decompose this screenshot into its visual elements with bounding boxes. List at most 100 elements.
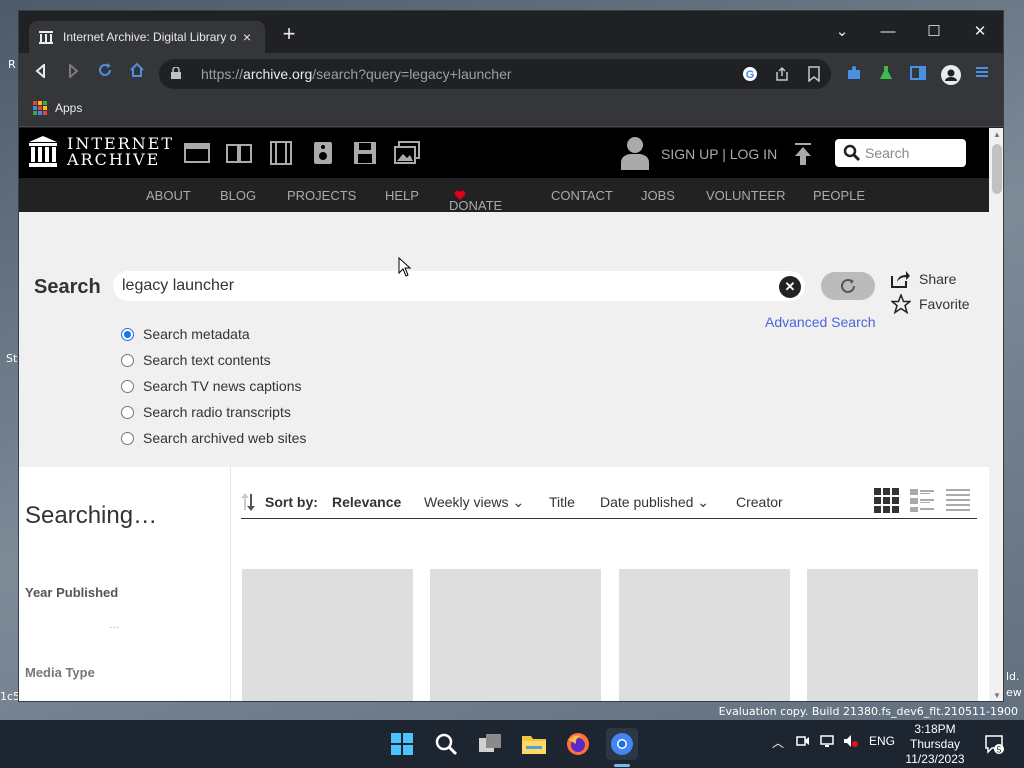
- desktop-fragment: ld.: [1006, 670, 1020, 683]
- nav-jobs[interactable]: JOBS: [641, 188, 675, 203]
- facet-loading-indicator: ···: [109, 622, 119, 633]
- software-floppy-icon[interactable]: [352, 141, 378, 165]
- sort-title[interactable]: Title: [549, 494, 575, 510]
- side-panel-icon[interactable]: [909, 65, 927, 83]
- advanced-search-link[interactable]: Advanced Search: [765, 314, 876, 330]
- apps-label: Apps: [55, 101, 83, 115]
- clear-search-icon[interactable]: ✕: [779, 276, 801, 298]
- share-button[interactable]: Share: [891, 270, 956, 288]
- chrome-icon[interactable]: [606, 728, 638, 760]
- close-window-button[interactable]: ✕: [957, 17, 1003, 47]
- network-icon[interactable]: [820, 734, 836, 751]
- clock-date: 11/23/2023: [905, 752, 965, 766]
- search-icon[interactable]: [430, 728, 462, 760]
- tile-view-icon[interactable]: [873, 487, 899, 513]
- nav-about[interactable]: ABOUT: [146, 188, 191, 203]
- logo-line-2: ARCHIVE: [67, 150, 161, 169]
- scroll-up-icon[interactable]: ▲: [989, 128, 1003, 142]
- nav-people[interactable]: PEOPLE: [813, 188, 865, 203]
- minimize-button[interactable]: —: [865, 17, 911, 47]
- extensions-puzzle-icon[interactable]: [845, 65, 863, 83]
- browser-menu-icon[interactable]: [973, 65, 991, 83]
- facet-year-published[interactable]: Year Published: [25, 585, 118, 600]
- compact-list-view-icon[interactable]: [945, 487, 971, 513]
- task-view-icon[interactable]: [474, 728, 506, 760]
- facets-sidebar: Searching… Year Published ··· Media Type: [19, 467, 230, 701]
- upload-arrow-icon[interactable]: [793, 142, 813, 166]
- result-tile-placeholder: [807, 569, 978, 701]
- sort-weekly-views[interactable]: Weekly views ⌄: [424, 494, 524, 511]
- start-windows-icon[interactable]: [386, 728, 418, 760]
- tray-chevron-up-icon[interactable]: ︿: [772, 734, 784, 751]
- sort-relevance[interactable]: Relevance: [332, 494, 401, 510]
- language-indicator[interactable]: ENG: [869, 734, 895, 748]
- ia-logo[interactable]: INTERNET ARCHIVE: [29, 136, 174, 168]
- new-tab-button[interactable]: +: [277, 23, 301, 47]
- nav-volunteer[interactable]: VOLUNTEER: [706, 188, 785, 203]
- title-bar: Internet Archive: Digital Library o × + …: [19, 11, 1003, 53]
- lab-flask-icon[interactable]: [877, 65, 895, 83]
- video-film-icon[interactable]: [268, 141, 294, 165]
- scroll-thumb[interactable]: [992, 144, 1002, 194]
- profile-avatar-icon[interactable]: [941, 65, 961, 85]
- radio-search-radio[interactable]: Search radio transcripts: [121, 404, 291, 420]
- ia-header-search-input[interactable]: Search: [835, 139, 966, 167]
- share-label: Share: [919, 271, 957, 287]
- radio-search-text[interactable]: Search text contents: [121, 352, 271, 368]
- maximize-button[interactable]: ☐: [911, 17, 957, 47]
- back-icon[interactable]: [29, 62, 53, 86]
- address-bar[interactable]: https://archive.org/search?query=legacy+…: [159, 59, 831, 89]
- search-query-input[interactable]: legacy launcher: [113, 271, 805, 301]
- apps-bookmark[interactable]: Apps: [33, 101, 82, 115]
- google-icon[interactable]: G: [741, 66, 759, 84]
- nav-projects[interactable]: PROJECTS: [287, 188, 356, 203]
- meet-now-icon[interactable]: [796, 734, 810, 751]
- images-gallery-icon[interactable]: [394, 141, 420, 165]
- lock-icon: [171, 65, 187, 82]
- tab-search-chevron-icon[interactable]: ⌄: [819, 17, 865, 47]
- nav-contact[interactable]: CONTACT: [551, 188, 613, 203]
- sort-arrows-icon[interactable]: [241, 493, 255, 511]
- audio-speaker-icon[interactable]: [310, 141, 336, 165]
- notification-center-icon[interactable]: 5: [984, 734, 1004, 755]
- search-submit-button[interactable]: [821, 272, 875, 300]
- texts-book-icon[interactable]: [226, 141, 252, 165]
- ia-search-placeholder: Search: [865, 145, 910, 161]
- svg-text:5: 5: [997, 746, 1002, 755]
- radio-search-tv[interactable]: Search TV news captions: [121, 378, 302, 394]
- archive-favicon-icon: [39, 30, 53, 44]
- sort-creator[interactable]: Creator: [736, 494, 783, 510]
- nav-blog[interactable]: BLOG: [220, 188, 256, 203]
- search-icon: [843, 144, 861, 162]
- tab-close-icon[interactable]: ×: [239, 29, 255, 45]
- url-text: https://archive.org/search?query=legacy+…: [201, 66, 512, 82]
- facet-media-type[interactable]: Media Type: [25, 665, 95, 680]
- home-icon[interactable]: [125, 62, 149, 86]
- nav-donate[interactable]: DONATE: [449, 188, 502, 213]
- forward-icon[interactable]: [61, 62, 85, 86]
- browser-window: Internet Archive: Digital Library o × + …: [18, 10, 1004, 702]
- scroll-down-icon[interactable]: ▼: [989, 689, 1003, 701]
- share-page-icon[interactable]: [773, 66, 791, 84]
- file-explorer-icon[interactable]: [518, 728, 550, 760]
- sort-date-published[interactable]: Date published ⌄: [600, 494, 709, 511]
- list-detail-view-icon[interactable]: [909, 487, 935, 513]
- user-avatar-icon[interactable]: [621, 136, 649, 170]
- apps-grid-icon: [33, 101, 47, 115]
- search-heading: Search: [34, 276, 101, 298]
- favorite-button[interactable]: Favorite: [891, 294, 970, 314]
- page-scrollbar[interactable]: ▲ ▼: [989, 128, 1003, 701]
- radio-search-metadata[interactable]: Search metadata: [121, 326, 250, 342]
- sign-up-login-link[interactable]: SIGN UP | LOG IN: [661, 146, 777, 162]
- firefox-icon[interactable]: [562, 728, 594, 760]
- browser-tab[interactable]: Internet Archive: Digital Library o ×: [29, 21, 265, 53]
- sort-bar: Sort by: Relevance Weekly views ⌄ Title …: [241, 485, 977, 519]
- nav-help[interactable]: HELP: [385, 188, 419, 203]
- volume-muted-icon[interactable]: [843, 734, 859, 751]
- system-clock[interactable]: 3:18PM Thursday 11/23/2023: [900, 722, 970, 767]
- reload-icon[interactable]: [93, 62, 117, 86]
- radio-empty-icon: [121, 379, 134, 393]
- radio-search-web[interactable]: Search archived web sites: [121, 430, 306, 446]
- web-archive-icon[interactable]: [184, 141, 210, 165]
- bookmark-icon[interactable]: [805, 66, 823, 84]
